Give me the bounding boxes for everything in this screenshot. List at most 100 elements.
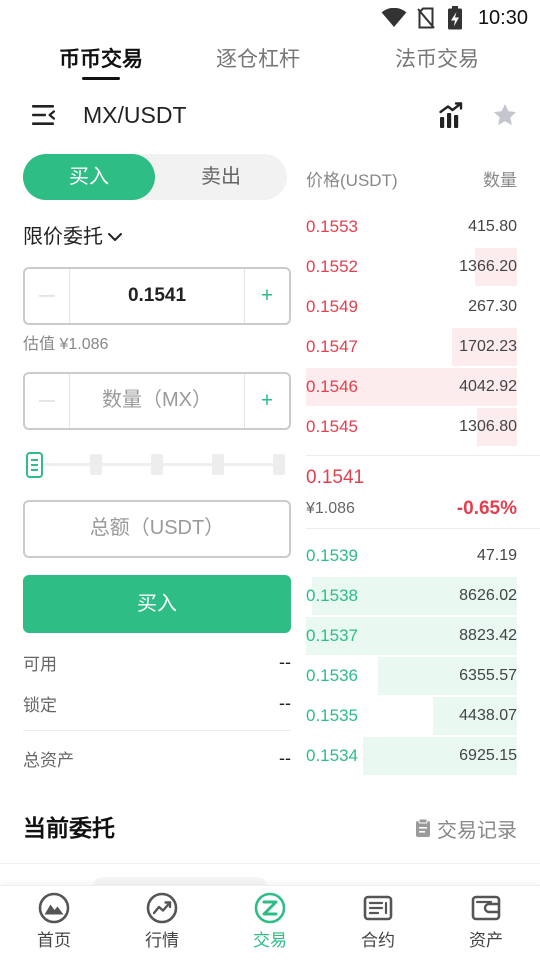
bid-row[interactable]: 0.1537 8823.42 (306, 616, 517, 656)
trade-history-link[interactable]: 交易记录 (415, 814, 517, 842)
tab-label: 币币交易 (59, 48, 143, 71)
ask-price: 0.1549 (306, 297, 358, 316)
bid-amount: 6925.15 (459, 747, 517, 764)
order-book-divider (306, 528, 540, 529)
bid-row[interactable]: 0.1539 47.19 (306, 536, 517, 576)
price-column-header: 价格(USDT) (306, 170, 398, 190)
contract-icon (363, 895, 393, 921)
ask-amount: 1306.80 (459, 418, 517, 435)
status-bar: 10:30 (0, 0, 540, 36)
order-book-divider (306, 455, 540, 456)
nav-trade[interactable]: 交易 (216, 886, 324, 960)
tab-label: 法币交易 (395, 48, 479, 71)
market-icon (146, 892, 178, 924)
amount-percent-slider[interactable] (23, 450, 291, 480)
bid-price: 0.1535 (306, 706, 358, 725)
trading-pair-title[interactable]: MX/USDT (83, 100, 187, 130)
price-stepper: — + (23, 267, 291, 325)
slider-mark-75[interactable] (212, 454, 224, 475)
available-value: -- (279, 651, 291, 672)
ask-row[interactable]: 0.1553 415.80 (306, 207, 517, 247)
slider-mark-25[interactable] (90, 454, 102, 475)
amount-decrement-button[interactable]: — (25, 374, 70, 428)
pair-menu-button[interactable] (30, 102, 58, 128)
order-type-dropdown[interactable]: 限价委托 (23, 223, 124, 251)
buy-tab[interactable]: 买入 (23, 154, 155, 200)
nav-label: 行情 (145, 931, 179, 950)
trade-icon (254, 892, 286, 924)
bid-row[interactable]: 0.1534 6925.15 (306, 736, 517, 776)
total-assets-value: -- (279, 747, 291, 768)
nav-home[interactable]: 首页 (0, 886, 108, 960)
star-icon (493, 103, 517, 126)
status-time: 10:30 (477, 7, 528, 29)
ask-price: 0.1552 (306, 257, 358, 276)
estimate-label: 估值 (23, 336, 56, 353)
available-label: 可用 (23, 654, 57, 674)
bid-amount: 47.19 (476, 547, 517, 564)
tab-isolated-margin[interactable]: 逐仓杠杆 (198, 45, 318, 81)
grip-line (31, 459, 38, 461)
nav-market[interactable]: 行情 (108, 886, 216, 960)
amount-input[interactable] (70, 374, 244, 428)
ask-price: 0.1545 (306, 417, 358, 436)
nav-contract[interactable]: 合约 (324, 886, 432, 960)
bid-row[interactable]: 0.1536 6355.57 (306, 656, 517, 696)
ask-amount: 4042.92 (459, 378, 517, 395)
tab-label: 逐仓杠杆 (216, 48, 300, 71)
ask-row[interactable]: 0.1547 1702.23 (306, 327, 517, 367)
ask-amount: 1366.20 (459, 258, 517, 275)
slider-mark-100[interactable] (273, 454, 285, 475)
price-input[interactable] (70, 269, 244, 323)
order-book-header: 价格(USDT) 数量 (306, 166, 517, 190)
active-tab-indicator (82, 77, 120, 80)
tab-spot-trading[interactable]: 币币交易 (41, 45, 161, 81)
clipboard-icon (416, 818, 430, 837)
locked-value: -- (279, 692, 291, 713)
favorite-button[interactable] (492, 102, 518, 128)
price-increment-button[interactable]: + (244, 269, 289, 323)
total-field-box (23, 500, 291, 558)
ask-row[interactable]: 0.1545 1306.80 (306, 407, 517, 447)
home-icon (38, 892, 70, 924)
price-change: -0.65% (456, 498, 517, 519)
sell-tab[interactable]: 卖出 (155, 154, 287, 200)
available-balance-row: 可用 -- (23, 649, 291, 675)
open-orders-title: 当前委托 (23, 815, 115, 841)
section-divider (0, 863, 540, 864)
wifi-icon (381, 8, 407, 27)
total-assets-label: 总资产 (23, 750, 74, 770)
amount-stepper: — + (23, 372, 291, 430)
bid-amount: 4438.07 (459, 707, 517, 724)
bid-row[interactable]: 0.1538 8626.02 (306, 576, 517, 616)
price-decrement-button[interactable]: — (25, 269, 70, 323)
bottom-navigation: 首页 行情 交易 合约 资产 (0, 885, 540, 960)
slider-mark-50[interactable] (151, 454, 163, 475)
ask-list: 0.1553 415.80 0.1552 1366.20 0.1549 267.… (306, 207, 517, 447)
menu-icon (32, 105, 56, 125)
last-price-cny: ¥1.086 (306, 500, 355, 517)
buy-submit-button[interactable]: 买入 (23, 575, 291, 633)
slider-handle[interactable] (26, 452, 43, 478)
battery-charging-icon (448, 6, 462, 30)
buy-sell-toggle: 买入 卖出 (23, 154, 287, 200)
total-input[interactable] (25, 502, 289, 556)
ask-price: 0.1553 (306, 217, 358, 236)
bid-price: 0.1539 (306, 546, 358, 565)
bid-row[interactable]: 0.1535 4438.07 (306, 696, 517, 736)
grip-line (31, 469, 38, 471)
assets-icon (471, 895, 501, 921)
ask-row[interactable]: 0.1552 1366.20 (306, 247, 517, 287)
estimate-value: ¥1.086 (59, 336, 109, 353)
price-summary-row: ¥1.086 -0.65% (306, 496, 517, 522)
nav-assets[interactable]: 资产 (432, 886, 540, 960)
bid-amount: 8823.42 (459, 627, 517, 644)
ask-row[interactable]: 0.1546 4042.92 (306, 367, 517, 407)
kline-chart-button[interactable] (438, 101, 464, 129)
tab-fiat-trading[interactable]: 法币交易 (377, 45, 497, 81)
ask-amount: 1702.23 (459, 338, 517, 355)
amount-increment-button[interactable]: + (244, 374, 289, 428)
ask-row[interactable]: 0.1549 267.30 (306, 287, 517, 327)
nav-label: 首页 (37, 931, 71, 950)
nav-label: 合约 (361, 931, 395, 950)
